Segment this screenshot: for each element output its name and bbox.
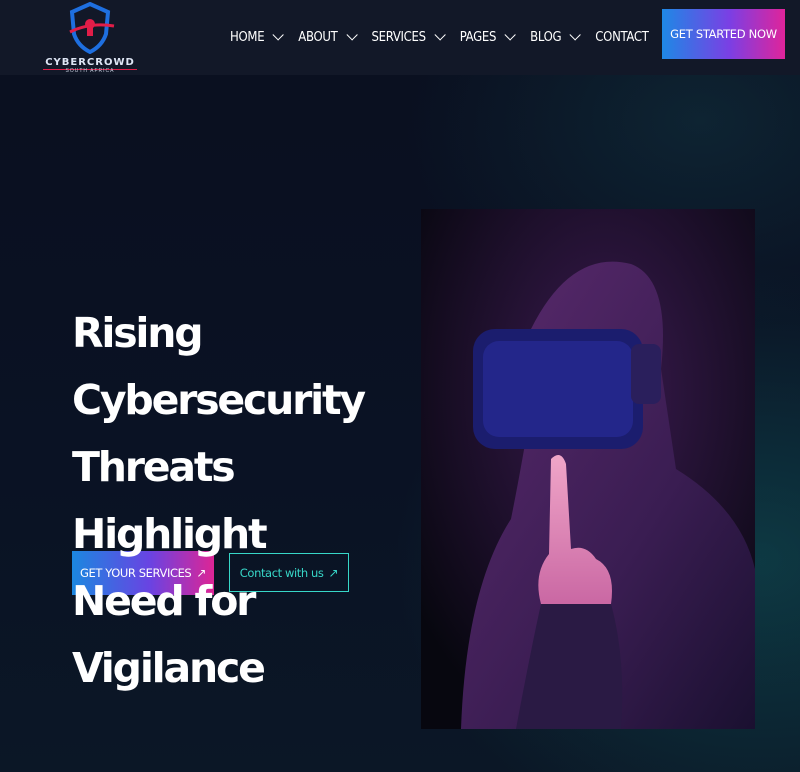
chevron-down-icon xyxy=(504,29,516,41)
hero-title-line: Threats Highlight xyxy=(72,443,268,558)
site-header: CYBERCROWD SOUTH AFRICA HOME ABOUT SERVI… xyxy=(0,0,800,75)
nav-item-blog[interactable]: BLOG xyxy=(530,27,582,47)
hero-title-line: Rising Cybersecurity xyxy=(72,309,366,424)
nav-item-about[interactable]: ABOUT xyxy=(298,27,358,47)
brand-name: CYBERCROWD xyxy=(45,57,135,68)
nav-item-label: ABOUT xyxy=(298,29,338,45)
hero-title-line: Need for Vigilance xyxy=(72,577,266,692)
brand-tagline: SOUTH AFRICA xyxy=(65,68,115,74)
nav-item-label: HOME xyxy=(230,29,265,45)
get-started-button[interactable]: GET STARTED NOW xyxy=(662,9,785,59)
chevron-down-icon xyxy=(272,29,285,41)
shield-logo-icon xyxy=(69,2,115,54)
logo[interactable]: CYBERCROWD SOUTH AFRICA xyxy=(40,0,140,75)
main-nav: HOME ABOUT SERVICES PAGES BLOG CONTACT xyxy=(230,27,667,47)
nav-item-label: PAGES xyxy=(459,29,497,45)
hero-title: Rising Cybersecurity Threats Highlight N… xyxy=(72,300,412,702)
hero-image xyxy=(421,209,755,729)
chevron-down-icon xyxy=(434,29,446,41)
nav-item-services[interactable]: SERVICES xyxy=(371,27,446,47)
vr-person-illustration xyxy=(421,209,755,729)
nav-item-home[interactable]: HOME xyxy=(230,27,285,47)
nav-item-label: SERVICES xyxy=(371,29,427,45)
chevron-down-icon xyxy=(569,29,582,41)
nav-item-contact[interactable]: CONTACT xyxy=(595,27,649,47)
chevron-down-icon xyxy=(345,29,358,41)
nav-item-pages[interactable]: PAGES xyxy=(459,27,516,47)
nav-item-label: CONTACT xyxy=(595,29,649,45)
nav-item-label: BLOG xyxy=(530,29,562,45)
